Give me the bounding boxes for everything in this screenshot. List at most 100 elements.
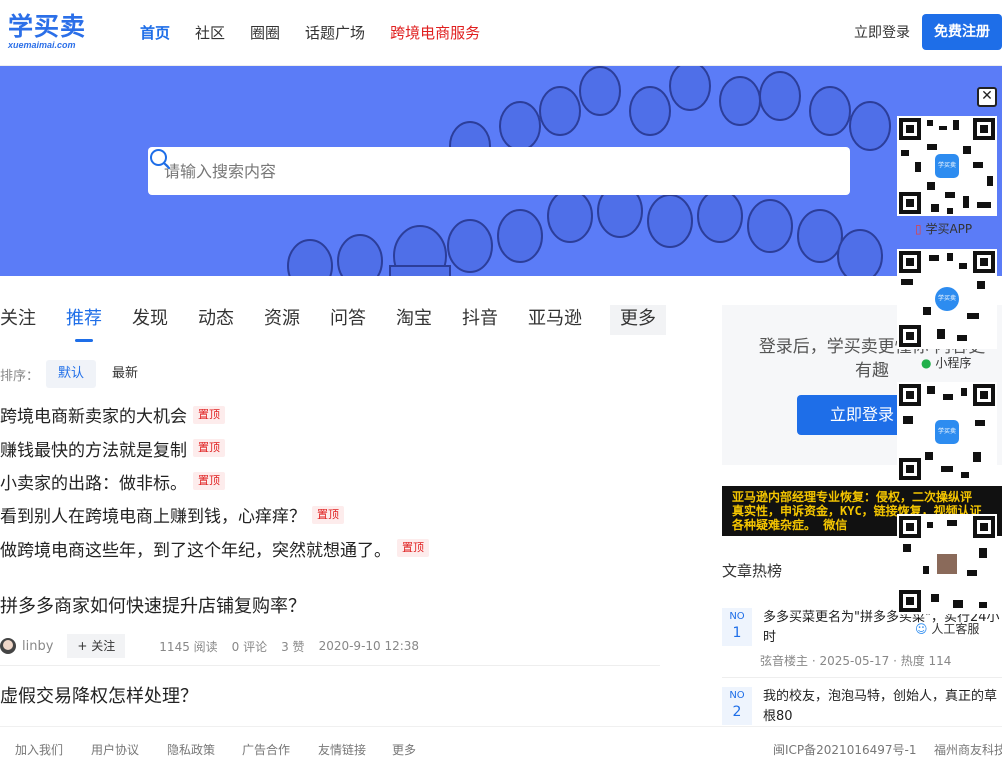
rank-badge: NO 1 <box>722 608 752 646</box>
tab-resources[interactable]: 资源 <box>264 305 300 335</box>
phone-icon: ▯ <box>915 222 922 236</box>
top-navbar: 学买卖 xuemaimai.com 首页 社区 圈圈 话题广场 跨境电商服务 立… <box>0 0 1002 66</box>
avatar[interactable] <box>0 638 16 654</box>
rank-badge: NO 2 <box>722 687 752 725</box>
rank-no-label: NO <box>729 611 745 622</box>
wechat-miniprogram-icon: ● <box>921 356 932 370</box>
article-title[interactable]: 虚假交易降权怎样处理？ <box>0 684 660 710</box>
tab-more[interactable]: 更多 <box>610 305 666 335</box>
tab-discover[interactable]: 发现 <box>132 305 168 335</box>
rank-no-label: NO <box>729 690 745 701</box>
pinned-badge: 置顶 <box>193 405 225 424</box>
app-qr-label: ▯ 学买APP <box>915 220 972 237</box>
customer-service-icon: ☺ <box>915 622 928 636</box>
sort-bar: 排序： 默认 最新 <box>0 360 154 388</box>
mini-label-text: 小程序 <box>935 356 972 370</box>
sort-latest[interactable]: 最新 <box>100 360 150 388</box>
category-tabs: 关注 推荐 发现 动态 资源 问答 淘宝 抖音 亚马逊 更多 <box>0 305 696 342</box>
page-footer: 加入我们 用户协议 隐私政策 广告合作 友情链接 更多 闽ICP备2021016… <box>0 726 1002 768</box>
service-label-text: 人工客服 <box>931 622 980 636</box>
nav-crossborder-service[interactable]: 跨境电商服务 <box>390 22 480 44</box>
sort-default[interactable]: 默认 <box>46 360 97 388</box>
divider <box>722 677 1002 678</box>
service-label[interactable]: ☺ 人工客服 <box>915 620 979 637</box>
meta-separator: · <box>893 654 901 668</box>
pinned-item[interactable]: 跨境电商新卖家的大机会 置顶 <box>0 398 429 431</box>
follow-button[interactable]: + 关注 <box>67 634 126 658</box>
nav-topics[interactable]: 话题广场 <box>305 22 365 44</box>
article-title[interactable]: 拼多多商家如何快速提升店铺复购率？ <box>0 594 660 620</box>
footer-link-privacy[interactable]: 隐私政策 <box>167 741 215 758</box>
app-label-text: 学买APP <box>925 222 973 236</box>
pinned-item[interactable]: 看到别人在跨境电商上赚到钱，心痒痒？ 置顶 <box>0 498 429 531</box>
logo-text: 学买卖 <box>8 12 87 41</box>
pinned-badge: 置顶 <box>193 439 225 458</box>
tab-recommend[interactable]: 推荐 <box>66 305 102 342</box>
pinned-title[interactable]: 看到别人在跨境电商上赚到钱，心痒痒？ <box>0 502 306 527</box>
rank-number: 1 <box>732 625 742 641</box>
pinned-title[interactable]: 赚钱最快的方法就是复制 <box>0 436 187 461</box>
qr-logo-badge: 学买卖 <box>935 420 959 444</box>
search-input[interactable] <box>164 147 784 195</box>
main-nav: 首页 社区 圈圈 话题广场 跨境电商服务 <box>140 22 505 44</box>
pinned-title[interactable]: 小卖家的出路：做非标。 <box>0 469 187 494</box>
qr-logo-badge: 学买卖 <box>935 154 959 178</box>
site-logo[interactable]: 学买卖 xuemaimai.com <box>8 12 98 56</box>
icp-record[interactable]: 闽ICP备2021016497号-1 <box>773 741 916 758</box>
author-name[interactable]: linby <box>22 639 53 654</box>
login-link[interactable]: 立即登录 <box>854 22 910 44</box>
service-qr-code <box>897 514 997 614</box>
like-count: 3 赞 <box>281 639 305 654</box>
app-qr-code: 学买卖 <box>897 116 997 216</box>
tab-follow[interactable]: 关注 <box>0 305 36 335</box>
footer-link-agreement[interactable]: 用户协议 <box>91 741 139 758</box>
close-icon[interactable]: ✕ <box>977 87 997 107</box>
rank-number: 2 <box>732 704 742 720</box>
sort-label: 排序： <box>0 368 40 384</box>
publish-date: 2020-9-10 12:38 <box>318 639 420 653</box>
read-count: 1145 阅读 <box>159 639 218 654</box>
search-box <box>148 147 850 195</box>
nav-circles[interactable]: 圈圈 <box>250 22 280 44</box>
footer-link-more[interactable]: 更多 <box>392 741 416 758</box>
pinned-badge: 置顶 <box>397 539 429 558</box>
hot-item-title[interactable]: 我的校友，泡泡马特，创始人，真正的草根80 <box>763 687 1002 727</box>
footer-link-ads[interactable]: 广告合作 <box>242 741 290 758</box>
pinned-item[interactable]: 小卖家的出路：做非标。 置顶 <box>0 465 429 498</box>
miniprogram-qr-code: 学买卖 <box>897 249 997 349</box>
footer-link-friends[interactable]: 友情链接 <box>318 741 366 758</box>
article-meta: linby + 关注 1145 阅读 0 评论 3 赞 2020-9-10 12… <box>0 634 660 658</box>
tab-activity[interactable]: 动态 <box>198 305 234 335</box>
qr-logo-badge: 学买卖 <box>935 287 959 311</box>
pinned-title[interactable]: 跨境电商新卖家的大机会 <box>0 402 187 427</box>
tab-douyin[interactable]: 抖音 <box>462 305 498 335</box>
hot-item-author[interactable]: 弦音楼主 <box>760 654 808 668</box>
hot-item-meta: 弦音楼主 · 2025-05-17 · 热度 114 <box>760 652 951 669</box>
pinned-item[interactable]: 赚钱最快的方法就是复制 置顶 <box>0 431 429 464</box>
article-card: 虚假交易降权怎样处理？ <box>0 684 660 710</box>
miniprogram-qr-label: ● 小程序 <box>921 354 971 371</box>
tab-qa[interactable]: 问答 <box>330 305 366 335</box>
register-button[interactable]: 免费注册 <box>922 14 1002 50</box>
search-icon[interactable] <box>148 147 172 171</box>
pinned-title[interactable]: 做跨境电商这些年，到了这个年纪，突然就想通了。 <box>0 536 391 561</box>
footer-link-join[interactable]: 加入我们 <box>15 741 63 758</box>
hero-banner <box>0 66 1002 276</box>
nav-community[interactable]: 社区 <box>195 22 225 44</box>
hot-item-heat: 热度 114 <box>900 654 952 668</box>
divider <box>0 665 660 666</box>
pinned-badge: 置顶 <box>193 472 225 491</box>
pinned-item[interactable]: 做跨境电商这些年，到了这个年纪，突然就想通了。 置顶 <box>0 532 429 565</box>
hot-item-date: 2025-05-17 <box>819 654 890 668</box>
tab-taobao[interactable]: 淘宝 <box>396 305 432 335</box>
tab-amazon[interactable]: 亚马逊 <box>528 305 582 335</box>
company-name: 福州商友科技 <box>934 743 1002 757</box>
pinned-badge: 置顶 <box>312 505 344 524</box>
floating-qr-panel: ✕ 学买卖 ▯ 学买APP 学买卖 ● 小程序 学买卖 ☺ 人工客服 <box>893 84 1002 644</box>
article-card: 拼多多商家如何快速提升店铺复购率？ linby + 关注 1145 阅读 0 评… <box>0 594 660 658</box>
pinned-list: 跨境电商新卖家的大机会 置顶 赚钱最快的方法就是复制 置顶 小卖家的出路：做非标… <box>0 398 429 565</box>
qr-pattern <box>897 514 997 614</box>
nav-home[interactable]: 首页 <box>140 22 170 44</box>
comment-count: 0 评论 <box>231 639 268 654</box>
wechat-qr-code: 学买卖 <box>897 382 997 482</box>
